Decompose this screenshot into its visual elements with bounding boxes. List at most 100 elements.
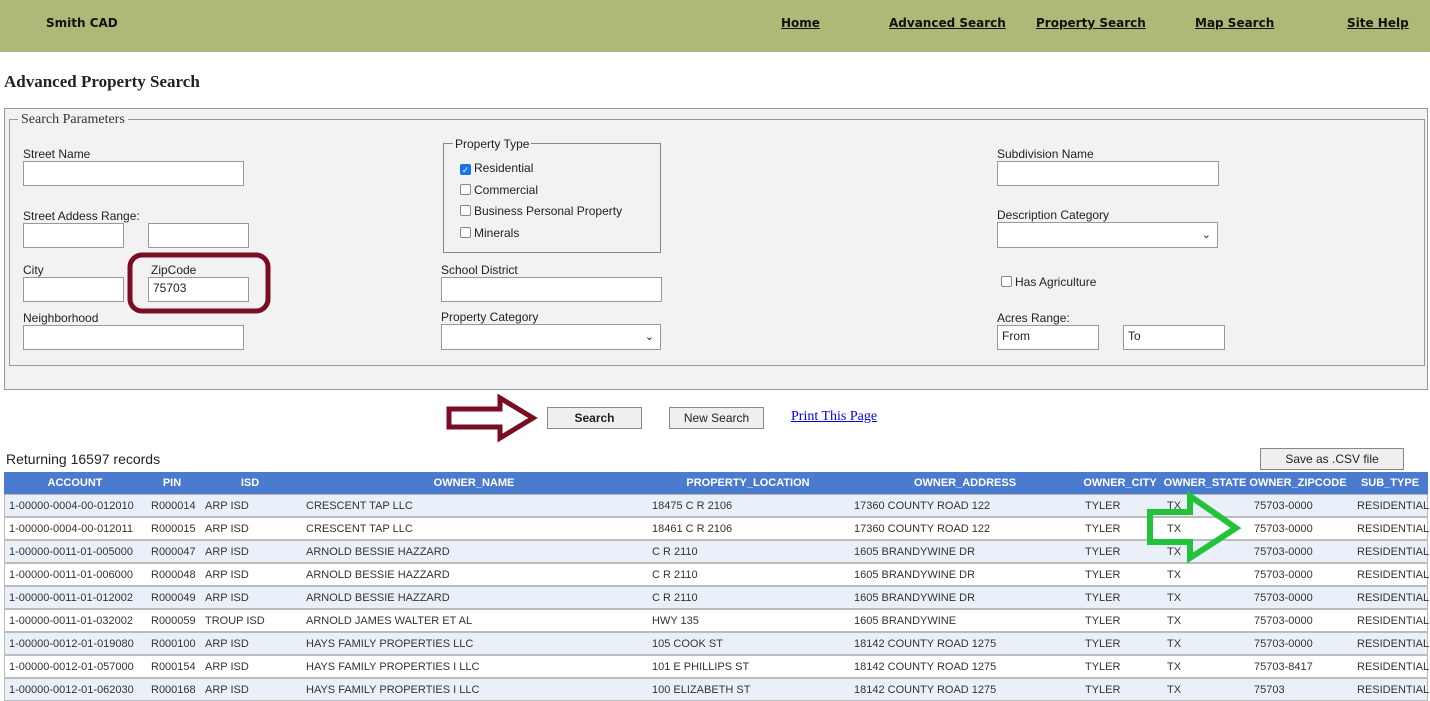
cell-owner-city: TYLER — [1085, 569, 1121, 581]
cell-property-location: C R 2110 — [652, 569, 698, 581]
cell-owner-name: HAYS FAMILY PROPERTIES I LLC — [306, 661, 480, 673]
cell-owner-zipcode: 75703-0000 — [1254, 638, 1313, 650]
cell-isd: TROUP ISD — [205, 615, 265, 627]
checkbox-business-personal-property[interactable]: Business Personal Property — [460, 204, 622, 218]
acres-to-input[interactable]: To — [1123, 325, 1225, 350]
cell-owner-state: TX — [1167, 500, 1182, 512]
search-button[interactable]: Search — [547, 407, 642, 429]
property-category-select[interactable]: ⌄ — [441, 324, 661, 350]
cell-owner-city: TYLER — [1085, 523, 1121, 535]
table-row[interactable]: 1-00000-0004-00-012010 R000014 ARP ISD CRES… — [4, 494, 1430, 517]
column-header-owner-state[interactable]: OWNER_STATE — [1164, 477, 1247, 489]
school-district-input[interactable] — [441, 277, 662, 302]
has-agriculture-label: Has Agriculture — [1015, 275, 1097, 289]
cell-isd: ARP ISD — [205, 546, 249, 558]
column-header-owner-name[interactable]: OWNER_NAME — [434, 477, 515, 489]
cell-property-location: C R 2110 — [652, 592, 698, 604]
checkbox-commercial[interactable]: Commercial — [460, 183, 538, 197]
checkbox-icon[interactable] — [460, 205, 471, 216]
checkbox-icon[interactable] — [460, 227, 471, 238]
cell-pin: R000048 — [151, 569, 196, 581]
cell-owner-zipcode: 75703-0000 — [1254, 500, 1313, 512]
search-arrow-annotation — [446, 393, 538, 443]
cell-sub-type: RESIDENTIAL — [1357, 500, 1430, 512]
cell-account: 1-00000-0011-01-032002 — [9, 615, 133, 627]
cell-pin: R000014 — [151, 500, 196, 512]
cell-account: 1-00000-0004-00-012011 — [9, 523, 133, 535]
cell-owner-address: 18142 COUNTY ROAD 1275 — [854, 638, 997, 650]
checkbox-checked-icon[interactable]: ✓ — [460, 164, 471, 175]
column-header-sub-type[interactable]: SUB_TYPE — [1361, 477, 1419, 489]
nav-advanced-search[interactable]: Advanced Search — [889, 16, 1006, 30]
table-row[interactable]: 1-00000-0011-01-005000 R000047 ARP ISD ARNO… — [4, 540, 1429, 563]
has-agriculture-checkbox[interactable]: Has Agriculture — [1001, 275, 1096, 289]
checkbox-icon[interactable] — [460, 184, 471, 195]
subdivision-input[interactable] — [997, 161, 1219, 186]
property-type-legend: Property Type — [453, 137, 532, 151]
cell-pin: R000168 — [151, 684, 196, 696]
cell-owner-address: 17360 COUNTY ROAD 122 — [854, 523, 991, 535]
address-range-label: Street Addess Range: — [23, 209, 140, 223]
cell-sub-type: RESIDENTIAL — [1357, 569, 1430, 581]
column-header-owner-zipcode[interactable]: OWNER_ZIPCODE — [1249, 477, 1346, 489]
table-row[interactable]: 1-00000-0004-00-012011 R000015 ARP ISD CRES… — [4, 517, 1429, 540]
chevron-down-icon: ⌄ — [1201, 229, 1211, 241]
cell-pin: R000049 — [151, 592, 196, 604]
print-page-link[interactable]: Print This Page — [791, 409, 877, 425]
column-header-account[interactable]: ACCOUNT — [48, 477, 103, 489]
brand: Smith CAD — [46, 16, 118, 30]
table-row[interactable]: 1-00000-0011-01-012002 R000049 ARP ISD ARNO… — [4, 586, 1429, 609]
commercial-label: Commercial — [474, 183, 539, 197]
subdivision-label: Subdivision Name — [997, 147, 1094, 161]
city-input[interactable] — [23, 277, 124, 302]
cell-property-location: 100 ELIZABETH ST — [652, 684, 751, 696]
new-search-button[interactable]: New Search — [669, 407, 764, 429]
cell-owner-zipcode: 75703-0000 — [1254, 523, 1313, 535]
save-csv-button[interactable]: Save as .CSV file — [1260, 448, 1404, 470]
cell-owner-address: 18142 COUNTY ROAD 1275 — [854, 661, 997, 673]
cell-owner-name: ARNOLD BESSIE HAZZARD — [306, 569, 450, 581]
cell-account: 1-00000-0012-01-019080 — [9, 638, 134, 650]
address-range-from-input[interactable] — [23, 223, 124, 248]
acres-from-input[interactable]: From — [997, 325, 1099, 350]
description-category-select[interactable]: ⌄ — [997, 222, 1218, 248]
cell-owner-zipcode: 75703-0000 — [1254, 569, 1313, 581]
column-header-isd[interactable]: ISD — [241, 477, 259, 489]
zipcode-input[interactable]: 75703 — [148, 277, 249, 302]
column-header-owner-city[interactable]: OWNER_CITY — [1083, 477, 1156, 489]
cell-sub-type: RESIDENTIAL — [1357, 638, 1430, 650]
address-range-to-input[interactable] — [148, 223, 249, 248]
cell-isd: ARP ISD — [205, 592, 249, 604]
results-table-header: ACCOUNT PIN ISD OWNER_NAME PROPERTY_LOCATION… — [4, 472, 1428, 494]
cell-isd: ARP ISD — [205, 500, 249, 512]
cell-owner-address: 1605 BRANDYWINE DR — [854, 592, 976, 604]
nav-map-search[interactable]: Map Search — [1195, 16, 1274, 30]
checkbox-residential[interactable]: ✓ Residential — [460, 161, 533, 175]
table-row[interactable]: 1-00000-0011-01-032002 R000059 TROUP ISD AR… — [4, 609, 1429, 632]
street-name-label: Street Name — [23, 147, 91, 161]
column-header-property-location[interactable]: PROPERTY_LOCATION — [686, 477, 809, 489]
nav-site-help[interactable]: Site Help — [1347, 16, 1409, 30]
table-row[interactable]: 1-00000-0011-01-006000 R000048 ARP ISD ARNO… — [4, 563, 1430, 586]
cell-pin: R000047 — [151, 546, 196, 558]
cell-owner-city: TYLER — [1085, 592, 1121, 604]
cell-owner-zipcode: 75703-0000 — [1254, 546, 1313, 558]
neighborhood-input[interactable] — [23, 325, 244, 350]
cell-owner-name: ARNOLD BESSIE HAZZARD — [306, 592, 450, 604]
checkbox-minerals[interactable]: Minerals — [460, 226, 519, 240]
cell-pin: R000015 — [151, 523, 196, 535]
street-name-input[interactable] — [23, 161, 244, 186]
column-header-pin[interactable]: PIN — [163, 477, 181, 489]
checkbox-icon[interactable] — [1001, 276, 1012, 287]
nav-property-search[interactable]: Property Search — [1036, 16, 1146, 30]
nav-home[interactable]: Home — [781, 16, 820, 30]
cell-sub-type: RESIDENTIAL — [1357, 661, 1430, 673]
table-row[interactable]: 1-00000-0012-01-019080 R000100 ARP ISD HAYS… — [4, 632, 1430, 655]
cell-account: 1-00000-0011-01-006000 — [9, 569, 133, 581]
column-header-owner-address[interactable]: OWNER_ADDRESS — [914, 477, 1016, 489]
neighborhood-label: Neighborhood — [23, 311, 99, 325]
table-row[interactable]: 1-00000-0012-01-062030 R000168 ARP ISD HAYS… — [4, 678, 1429, 701]
page-title: Advanced Property Search — [4, 72, 200, 91]
cell-owner-city: TYLER — [1085, 500, 1121, 512]
table-row[interactable]: 1-00000-0012-01-057000 R000154 ARP ISD HAYS… — [4, 655, 1430, 678]
